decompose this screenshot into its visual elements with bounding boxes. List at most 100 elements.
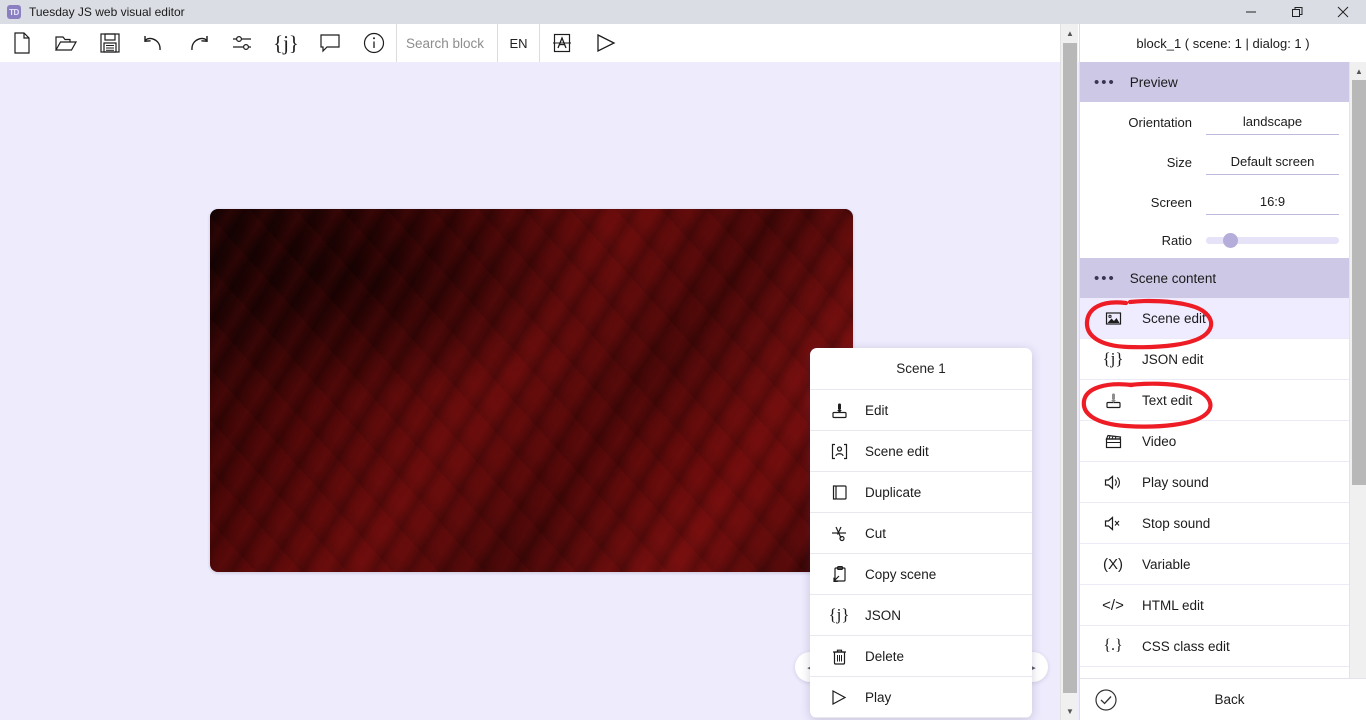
scene-content-item-label: Play sound: [1142, 474, 1209, 490]
variable-x-icon: (X): [1103, 555, 1123, 573]
font-icon[interactable]: [540, 24, 584, 62]
close-icon[interactable]: [1320, 0, 1366, 24]
field-orientation[interactable]: Orientation landscape: [1080, 102, 1349, 142]
field-size[interactable]: Size Default screen: [1080, 142, 1349, 182]
panel-scroll-up-icon[interactable]: ▲: [1350, 62, 1366, 80]
context-menu-item-label: Delete: [865, 648, 905, 664]
back-button[interactable]: Back: [1132, 692, 1366, 707]
context-menu-item-cut[interactable]: Cut: [810, 513, 1032, 554]
scene-content-item-stop-sound[interactable]: Stop sound: [1080, 503, 1349, 544]
field-value[interactable]: landscape: [1206, 109, 1339, 135]
settings-sliders-icon[interactable]: [220, 24, 264, 62]
context-menu-item-copy-scene[interactable]: Copy scene: [810, 554, 1032, 595]
scroll-up-icon[interactable]: ▲: [1061, 24, 1079, 42]
section-title: Scene content: [1129, 270, 1217, 286]
undo-icon[interactable]: [132, 24, 176, 62]
minimize-icon[interactable]: [1228, 0, 1274, 24]
context-menu-item-label: Copy scene: [865, 566, 937, 582]
info-icon[interactable]: [352, 24, 396, 62]
application-window: TD Tuesday JS web visual editor {j} Sear…: [0, 0, 1366, 720]
play-icon[interactable]: [584, 24, 628, 62]
panel-scrollbar[interactable]: ▲ ▼: [1349, 62, 1366, 702]
field-value[interactable]: 16:9: [1206, 189, 1339, 215]
context-menu-item-duplicate[interactable]: Duplicate: [810, 472, 1032, 513]
window-controls: [1228, 0, 1366, 24]
scene-image-icon: [1098, 309, 1128, 328]
comment-icon[interactable]: [308, 24, 352, 62]
cut-scissors-icon: [824, 524, 854, 543]
redo-icon[interactable]: [176, 24, 220, 62]
scene-content-item-html-edit[interactable]: </> HTML edit: [1080, 585, 1349, 626]
scene-content-item-label: CSS class edit: [1142, 638, 1230, 654]
json-braces-icon[interactable]: {j}: [264, 24, 308, 62]
field-value[interactable]: Default screen: [1206, 149, 1339, 175]
scene-content-item-scene-edit[interactable]: Scene edit: [1080, 298, 1349, 339]
save-icon[interactable]: [88, 24, 132, 62]
css-braces-icon: {.}: [1103, 637, 1123, 654]
text-edit-stamp-icon: [1098, 391, 1128, 410]
scene-edit-icon: [824, 442, 854, 461]
edit-stamp-icon: [824, 401, 854, 420]
json-braces-icon: {j}: [828, 605, 850, 624]
context-menu-item-label: JSON: [865, 607, 902, 623]
context-menu-item-edit[interactable]: Edit: [810, 390, 1032, 431]
scroll-down-icon[interactable]: ▼: [1061, 702, 1079, 720]
context-menu-item-label: Cut: [865, 525, 887, 541]
app-logo-icon: TD: [7, 5, 21, 19]
context-menu-title: Scene 1: [810, 348, 1032, 390]
context-menu-item-label: Edit: [865, 402, 889, 418]
field-label: Size: [1166, 154, 1192, 170]
field-screen[interactable]: Screen 16:9: [1080, 182, 1349, 222]
search-block[interactable]: [397, 24, 497, 62]
scene-content-item-label: HTML edit: [1142, 597, 1204, 613]
context-menu-item-scene-edit[interactable]: Scene edit: [810, 431, 1032, 472]
title-bar: TD Tuesday JS web visual editor: [0, 0, 1366, 24]
properties-panel: block_1 ( scene: 1 | dialog: 1 ) ••• Pre…: [1079, 24, 1366, 720]
scene-thumbnail[interactable]: [210, 209, 853, 572]
scene-content-item-css-class-edit[interactable]: {.} CSS class edit: [1080, 626, 1349, 667]
scene-content-item-label: JSON edit: [1142, 351, 1204, 367]
maximize-icon[interactable]: [1274, 0, 1320, 24]
section-header-scene-content[interactable]: ••• Scene content: [1080, 258, 1349, 298]
scene-content-item-label: Stop sound: [1142, 515, 1211, 531]
panel-scrollbar-thumb[interactable]: [1352, 80, 1366, 485]
open-folder-icon[interactable]: [44, 24, 88, 62]
panel-header-title: block_1 ( scene: 1 | dialog: 1 ): [1080, 24, 1366, 62]
context-menu-item-label: Play: [865, 689, 892, 705]
canvas-scrollbar-thumb[interactable]: [1063, 43, 1077, 693]
section-menu-dots-icon[interactable]: •••: [1094, 271, 1116, 286]
ratio-slider-thumb[interactable]: [1222, 232, 1238, 248]
language-selector[interactable]: EN: [498, 24, 539, 62]
ratio-slider[interactable]: [1206, 232, 1339, 248]
scene-content-item-variable[interactable]: (X) Variable: [1080, 544, 1349, 585]
copy-scene-icon: [824, 565, 854, 584]
new-file-icon[interactable]: [0, 24, 44, 62]
context-menu-item-label: Scene edit: [865, 443, 929, 459]
section-header-preview[interactable]: ••• Preview: [1080, 62, 1349, 102]
play-icon: [824, 688, 854, 707]
context-menu-item-delete[interactable]: Delete: [810, 636, 1032, 677]
field-ratio[interactable]: Ratio: [1080, 222, 1349, 258]
scene-content-item-text-edit[interactable]: Text edit: [1080, 380, 1349, 421]
context-menu-item-play[interactable]: Play: [810, 677, 1032, 718]
field-label: Ratio: [1161, 232, 1192, 248]
json-braces-icon: {j}: [1102, 349, 1124, 368]
scene-content-item-json-edit[interactable]: {j} JSON edit: [1080, 339, 1349, 380]
scene-content-item-label: Text edit: [1142, 392, 1193, 408]
scene-content-item-video[interactable]: Video: [1080, 421, 1349, 462]
scene-content-item-play-sound[interactable]: Play sound: [1080, 462, 1349, 503]
html-code-icon: </>: [1102, 596, 1124, 614]
search-input[interactable]: [406, 35, 497, 51]
scene-content-item-label: Scene edit: [1142, 310, 1206, 326]
canvas-scrollbar[interactable]: ▲ ▼: [1060, 24, 1078, 720]
scene-content-item-label: Video: [1142, 433, 1177, 449]
context-menu-item-json[interactable]: {j} JSON: [810, 595, 1032, 636]
scene-context-menu: Scene 1 Edit Scene edit Duplicate Cut Co…: [810, 348, 1032, 718]
window-title: Tuesday JS web visual editor: [29, 5, 185, 19]
trash-icon: [824, 647, 854, 666]
scene-content-item-label: Variable: [1142, 556, 1191, 572]
panel-footer: Back: [1080, 678, 1366, 720]
video-clapper-icon: [1098, 432, 1128, 451]
check-circle-icon[interactable]: [1080, 688, 1132, 712]
section-menu-dots-icon[interactable]: •••: [1094, 75, 1116, 90]
